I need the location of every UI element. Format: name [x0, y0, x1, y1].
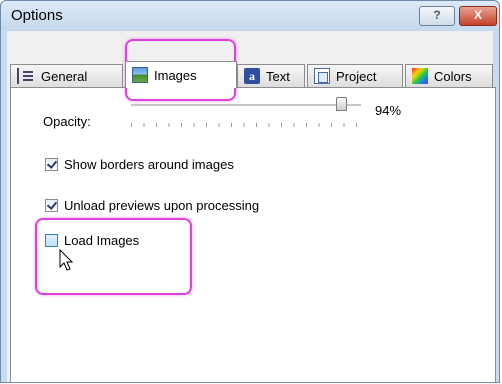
unload-previews-label[interactable]: Unload previews upon processing: [64, 198, 259, 213]
window-title: Options: [11, 7, 63, 24]
general-icon: [17, 68, 35, 84]
opacity-slider-track[interactable]: [131, 104, 361, 107]
tab-images[interactable]: Images: [125, 61, 237, 88]
unload-previews-checkbox[interactable]: [45, 199, 58, 212]
title-bar: Options ? X: [1, 1, 499, 31]
opacity-slider-thumb[interactable]: [336, 97, 347, 111]
tab-label: General: [41, 68, 88, 84]
opacity-value: 94%: [375, 103, 402, 118]
show-borders-option[interactable]: Show borders around images: [45, 157, 234, 172]
tab-strip: General Images a Text Project Colors: [10, 61, 496, 88]
show-borders-checkbox[interactable]: [45, 158, 58, 171]
mouse-pointer-icon: [59, 249, 74, 271]
tab-text[interactable]: a Text: [237, 64, 305, 87]
close-button[interactable]: X: [459, 6, 497, 26]
tab-label: Project: [336, 68, 377, 84]
tab-label: Colors: [434, 68, 472, 84]
colors-icon: [412, 68, 428, 84]
opacity-label: Opacity:: [43, 114, 91, 129]
tab-project[interactable]: Project: [307, 64, 403, 87]
tab-colors[interactable]: Colors: [405, 64, 493, 87]
images-icon: [132, 67, 148, 83]
opacity-slider-ticks: [131, 123, 357, 127]
help-button[interactable]: ?: [419, 6, 455, 26]
show-borders-label[interactable]: Show borders around images: [64, 157, 234, 172]
unload-previews-option[interactable]: Unload previews upon processing: [45, 198, 259, 213]
tab-general[interactable]: General: [10, 64, 123, 87]
text-icon: a: [244, 68, 260, 84]
tab-label: Images: [154, 67, 197, 83]
project-icon: [314, 68, 330, 84]
options-dialog: Options ? X General Images a Text Projec…: [0, 0, 500, 383]
tab-label: Text: [266, 68, 290, 84]
